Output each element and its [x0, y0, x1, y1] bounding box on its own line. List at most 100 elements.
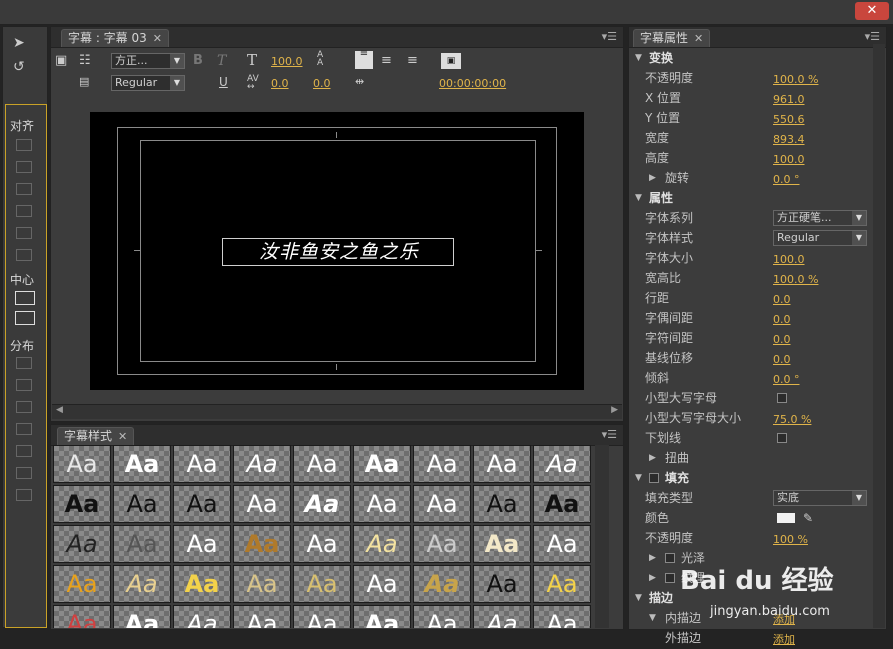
styles-panel-menu-icon[interactable]: ▾☰: [602, 428, 617, 441]
font-size-value[interactable]: 100.0: [271, 55, 303, 68]
property-value[interactable]: 100 %: [773, 531, 808, 549]
expand-triangle-icon[interactable]: ▼: [635, 589, 642, 607]
property-group[interactable]: ▼ 变换: [635, 49, 875, 67]
style-swatch[interactable]: Aa: [113, 565, 171, 603]
property-value[interactable]: 75.0 %: [773, 411, 811, 429]
expand-triangle-icon[interactable]: ▼: [635, 469, 642, 487]
align-bottom-icon[interactable]: [16, 249, 32, 261]
style-swatch[interactable]: Aa: [473, 485, 531, 523]
style-swatch[interactable]: Aa: [173, 445, 231, 483]
distribute-left-icon[interactable]: [16, 357, 32, 369]
style-swatch[interactable]: Aa: [413, 445, 471, 483]
style-swatch[interactable]: Aa: [353, 525, 411, 563]
style-swatch[interactable]: Aa: [533, 605, 591, 628]
expand-triangle-icon[interactable]: ▼: [635, 189, 642, 207]
collapse-triangle-icon[interactable]: ▶: [649, 449, 656, 467]
property-value[interactable]: 100.0 %: [773, 71, 818, 89]
style-swatch[interactable]: Aa: [413, 605, 471, 628]
property-value[interactable]: 0.0: [773, 291, 791, 309]
enable-checkbox[interactable]: [665, 573, 675, 583]
property-checkbox[interactable]: [777, 433, 787, 443]
style-swatch[interactable]: Aa: [173, 485, 231, 523]
style-swatch[interactable]: Aa: [413, 485, 471, 523]
collapse-triangle-icon[interactable]: ▶: [649, 569, 656, 587]
properties-tab[interactable]: 字幕属性 ✕: [633, 29, 711, 47]
styles-tab-close-icon[interactable]: ✕: [118, 430, 127, 443]
canvas-horizontal-scrollbar[interactable]: ◀ ▶: [52, 404, 622, 419]
property-value[interactable]: 0.0 °: [773, 171, 800, 189]
align-text-center-button[interactable]: ≡: [381, 53, 392, 68]
property-value[interactable]: 961.0: [773, 91, 805, 109]
style-swatch[interactable]: Aa: [293, 525, 351, 563]
property-group[interactable]: ▼ 属性: [635, 189, 875, 207]
distribute-top-icon[interactable]: [16, 423, 32, 435]
style-swatch[interactable]: Aa: [353, 565, 411, 603]
distribute-vcenter-icon[interactable]: [16, 445, 32, 457]
property-dropdown[interactable]: 实底 ▼: [773, 490, 867, 506]
show-background-video-icon[interactable]: ▣: [441, 53, 461, 69]
property-value[interactable]: 0.0: [773, 311, 791, 329]
enable-checkbox[interactable]: [649, 473, 659, 483]
title-tab[interactable]: 字幕 : 字幕 03 ✕: [61, 29, 169, 47]
style-swatch[interactable]: Aa: [53, 485, 111, 523]
property-value[interactable]: 100.0: [773, 151, 805, 169]
distribute-right-icon[interactable]: [16, 401, 32, 413]
style-swatch[interactable]: Aa: [233, 525, 291, 563]
style-swatch[interactable]: Aa: [53, 565, 111, 603]
property-value[interactable]: 100.0: [773, 251, 805, 269]
style-swatch[interactable]: Aa: [293, 445, 351, 483]
style-swatch[interactable]: Aa: [173, 525, 231, 563]
rotate-tool-icon[interactable]: ↺: [13, 59, 27, 75]
style-swatch[interactable]: Aa: [533, 485, 591, 523]
underline-button[interactable]: U: [219, 75, 228, 89]
center-vertical-icon[interactable]: [15, 311, 35, 325]
style-swatch[interactable]: Aa: [353, 445, 411, 483]
style-swatch[interactable]: Aa: [53, 445, 111, 483]
title-panel-menu-icon[interactable]: ▾☰: [602, 30, 617, 43]
property-value[interactable]: 0.0: [773, 331, 791, 349]
align-vcenter-icon[interactable]: [16, 227, 32, 239]
properties-tab-close-icon[interactable]: ✕: [694, 32, 703, 45]
style-swatch[interactable]: Aa: [113, 525, 171, 563]
style-swatch[interactable]: Aa: [173, 565, 231, 603]
eyedropper-icon[interactable]: ✎: [803, 509, 813, 527]
properties-vertical-scrollbar[interactable]: [873, 44, 885, 628]
align-text-left-button[interactable]: ≡: [355, 49, 373, 69]
property-value[interactable]: 添加: [773, 631, 795, 649]
kerning-value[interactable]: 0.0: [271, 77, 289, 90]
style-swatch[interactable]: Aa: [233, 565, 291, 603]
property-checkbox[interactable]: [777, 393, 787, 403]
property-value[interactable]: 0.0: [773, 351, 791, 369]
style-swatch[interactable]: Aa: [293, 605, 351, 628]
title-tab-close-icon[interactable]: ✕: [153, 32, 162, 45]
property-value[interactable]: 550.6: [773, 111, 805, 129]
baseline-value[interactable]: 0.0: [313, 77, 331, 90]
enable-checkbox[interactable]: [665, 553, 675, 563]
property-group[interactable]: ▼ 填充: [635, 469, 875, 487]
template-icon[interactable]: ▤: [79, 75, 89, 88]
style-swatch[interactable]: Aa: [353, 605, 411, 628]
distribute-hspace-icon[interactable]: [16, 489, 32, 501]
properties-panel-menu-icon[interactable]: ▾☰: [865, 30, 880, 43]
font-style-dropdown[interactable]: Regular ▼: [111, 75, 185, 91]
collapse-triangle-icon[interactable]: ▶: [649, 169, 656, 187]
style-swatch[interactable]: Aa: [53, 525, 111, 563]
style-swatch[interactable]: Aa: [113, 605, 171, 628]
property-dropdown[interactable]: Regular ▼: [773, 230, 867, 246]
bold-button[interactable]: B: [193, 53, 203, 68]
style-swatch[interactable]: Aa: [473, 605, 531, 628]
style-swatch[interactable]: Aa: [413, 525, 471, 563]
style-swatch[interactable]: Aa: [473, 525, 531, 563]
caption-text[interactable]: 汝非鱼安之鱼之乐: [224, 239, 454, 265]
style-swatch[interactable]: Aa: [413, 565, 471, 603]
property-value[interactable]: 100.0 %: [773, 271, 818, 289]
close-window-button[interactable]: ✕: [855, 2, 889, 20]
timecode-value[interactable]: 00:00:00:00: [439, 77, 506, 90]
align-right-icon[interactable]: [16, 183, 32, 195]
collapse-triangle-icon[interactable]: ▶: [649, 549, 656, 567]
styles-tab[interactable]: 字幕样式 ✕: [57, 427, 135, 445]
style-swatch[interactable]: Aa: [353, 485, 411, 523]
expand-triangle-icon[interactable]: ▼: [635, 49, 642, 67]
scroll-right-icon[interactable]: ▶: [611, 405, 618, 415]
center-horizontal-icon[interactable]: [15, 291, 35, 305]
